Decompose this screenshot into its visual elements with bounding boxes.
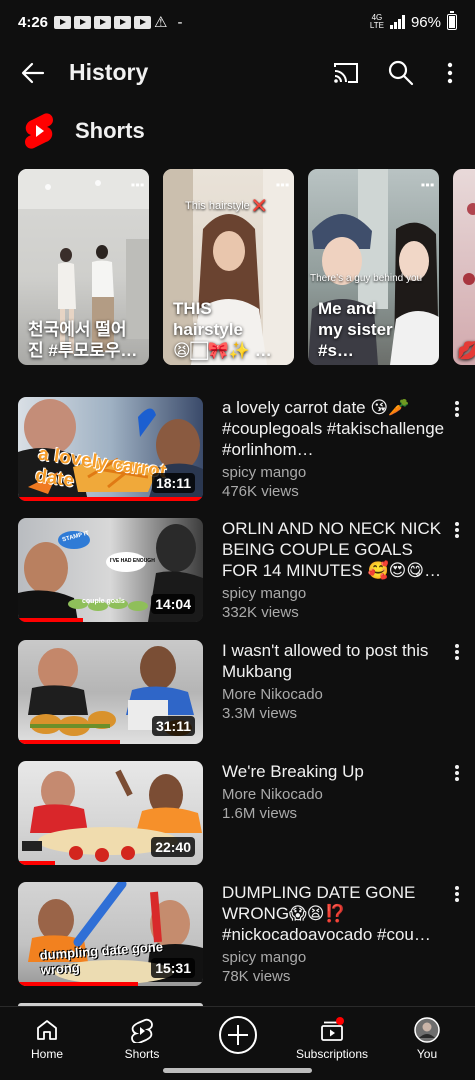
video-duration: 15:31 bbox=[151, 958, 195, 978]
nav-home[interactable]: Home bbox=[2, 1017, 92, 1061]
more-vert-icon[interactable] bbox=[455, 644, 459, 660]
youtube-notification-icon bbox=[94, 15, 112, 29]
signal-icon bbox=[389, 15, 405, 29]
create-button[interactable] bbox=[219, 1016, 257, 1054]
history-video-item[interactable]: dumpling date gone wrong 15:31 DUMPLING … bbox=[18, 882, 475, 986]
status-bar: 4:26 ⚠ - 4G LTE 96% bbox=[0, 0, 475, 44]
avatar bbox=[414, 1017, 440, 1043]
more-vert-icon[interactable] bbox=[455, 765, 459, 781]
watch-progress-bar bbox=[18, 497, 203, 501]
video-thumbnail[interactable]: STAMP IT I'VE HAD ENOUGH couple goals 14… bbox=[18, 518, 203, 622]
watch-progress-bar bbox=[18, 618, 83, 622]
nav-you[interactable]: You bbox=[382, 1017, 472, 1061]
video-views: 332K views bbox=[222, 604, 299, 621]
short-card[interactable]: ⋮ 천국에서 떨어 진 #투모로우… bbox=[18, 169, 149, 365]
nav-subscriptions-label: Subscriptions bbox=[295, 1047, 369, 1061]
status-dash: - bbox=[177, 13, 183, 31]
notification-icons bbox=[54, 15, 152, 29]
video-title: a lovely carrot date 😘🥕 #couplegoals #ta… bbox=[222, 398, 445, 459]
nav-shorts-label: Shorts bbox=[124, 1047, 160, 1061]
video-views: 3.3M views bbox=[222, 705, 298, 722]
short-caption: Me and my sister #s… bbox=[318, 299, 393, 360]
shorts-logo-icon bbox=[25, 113, 53, 149]
warning-icon: ⚠ bbox=[154, 14, 168, 31]
thumbnail-overlay-text: couple goals bbox=[82, 598, 125, 605]
status-time: 4:26 bbox=[18, 13, 49, 31]
back-arrow-icon[interactable] bbox=[18, 58, 48, 88]
video-title: DUMPLING DATE GONE WRONG😱😫⁉️ #nickocadoa… bbox=[222, 883, 431, 944]
video-duration: 14:04 bbox=[151, 594, 195, 614]
app-header: History bbox=[0, 48, 475, 98]
youtube-notification-icon bbox=[134, 15, 152, 29]
more-vert-icon[interactable] bbox=[455, 886, 459, 902]
short-overlay-text: This hairstyle ❌ bbox=[185, 200, 267, 212]
youtube-notification-icon bbox=[54, 15, 72, 29]
watch-progress-bar bbox=[18, 982, 139, 986]
video-channel: spicy mango bbox=[222, 585, 307, 602]
short-caption: 천국에서 떨어 진 #투모로우… bbox=[28, 320, 138, 360]
more-vert-icon[interactable] bbox=[455, 522, 459, 538]
search-icon[interactable] bbox=[386, 58, 416, 88]
history-video-item[interactable]: 31:11 I wasn't allowed to post this Mukb… bbox=[18, 640, 475, 744]
video-duration: 31:11 bbox=[151, 716, 195, 736]
video-views: 1.6M views bbox=[222, 805, 298, 822]
video-title: We're Breaking Up bbox=[222, 762, 364, 781]
more-vert-icon[interactable]: ⋮ bbox=[418, 177, 435, 192]
short-caption: THIS hairstyle 😫🏻🎀✨ … bbox=[173, 299, 272, 360]
video-thumbnail[interactable]: a lovely carrot date 18:11 bbox=[18, 397, 203, 501]
youtube-notification-icon bbox=[114, 15, 132, 29]
video-channel: More Nikocado bbox=[222, 786, 323, 803]
video-views: 476K views bbox=[222, 483, 299, 500]
short-card[interactable]: This hairstyle ❌ ⋮ THIS hairstyle 😫🏻🎀✨ … bbox=[163, 169, 294, 365]
subscriptions-icon bbox=[321, 1017, 344, 1041]
short-card[interactable]: 💋 bbox=[453, 169, 475, 365]
plus-icon bbox=[228, 1025, 248, 1045]
watch-progress-bar bbox=[18, 740, 120, 744]
video-duration: 18:11 bbox=[151, 473, 195, 493]
cast-icon[interactable] bbox=[331, 58, 361, 88]
video-thumbnail[interactable]: dumpling date gone wrong 15:31 bbox=[18, 882, 203, 986]
nav-home-label: Home bbox=[30, 1047, 63, 1061]
thumbnail-bubble-text: I'VE HAD ENOUGH bbox=[110, 558, 155, 564]
more-vert-icon[interactable] bbox=[455, 401, 459, 417]
network-type: 4G LTE bbox=[369, 13, 384, 30]
shorts-section-title: Shorts bbox=[75, 118, 145, 143]
history-video-item[interactable]: 22:40 We're Breaking Up More Nikocado 1.… bbox=[18, 761, 475, 865]
more-vert-icon[interactable]: ⋮ bbox=[273, 177, 290, 192]
short-caption: 💋 bbox=[457, 341, 475, 360]
video-channel: spicy mango bbox=[222, 464, 307, 481]
watch-progress-bar bbox=[18, 861, 55, 865]
more-vert-icon[interactable] bbox=[435, 58, 465, 88]
short-card[interactable]: There’s a guy behind you ⋮ Me and my sis… bbox=[308, 169, 439, 365]
video-channel: More Nikocado bbox=[222, 686, 323, 703]
page-title: History bbox=[69, 59, 149, 85]
video-channel: spicy mango bbox=[222, 949, 307, 966]
nav-subscriptions[interactable]: Subscriptions bbox=[287, 1017, 377, 1061]
video-title: ORLIN AND NO NECK NICK BEING COUPLE GOAL… bbox=[222, 519, 442, 580]
more-vert-icon[interactable]: ⋮ bbox=[128, 177, 145, 192]
battery-icon bbox=[447, 11, 457, 30]
video-views: 78K views bbox=[222, 968, 291, 985]
shorts-section-header: Shorts bbox=[24, 112, 145, 150]
nav-shorts[interactable]: Shorts bbox=[97, 1017, 187, 1061]
shorts-carousel[interactable]: ⋮ 천국에서 떨어 진 #투모로우… This hairstyle ❌ ⋮ TH… bbox=[18, 169, 475, 365]
short-overlay-text: There’s a guy behind you bbox=[310, 273, 423, 284]
nav-you-label: You bbox=[416, 1047, 438, 1061]
battery-percent: 96% bbox=[410, 13, 441, 31]
video-duration: 22:40 bbox=[151, 837, 195, 857]
video-thumbnail[interactable]: 31:11 bbox=[18, 640, 203, 744]
short-thumbnail-image bbox=[463, 203, 475, 285]
youtube-notification-icon bbox=[74, 15, 92, 29]
video-thumbnail[interactable]: 22:40 bbox=[18, 761, 203, 865]
gesture-home-indicator[interactable] bbox=[163, 1068, 312, 1073]
video-title: I wasn't allowed to post this Mukbang bbox=[222, 641, 429, 681]
history-video-item[interactable]: STAMP IT I'VE HAD ENOUGH couple goals 14… bbox=[18, 518, 475, 622]
history-video-item[interactable]: a lovely carrot date 18:11 a lovely carr… bbox=[18, 397, 475, 501]
shorts-icon bbox=[131, 1018, 153, 1043]
home-icon bbox=[37, 1020, 57, 1040]
